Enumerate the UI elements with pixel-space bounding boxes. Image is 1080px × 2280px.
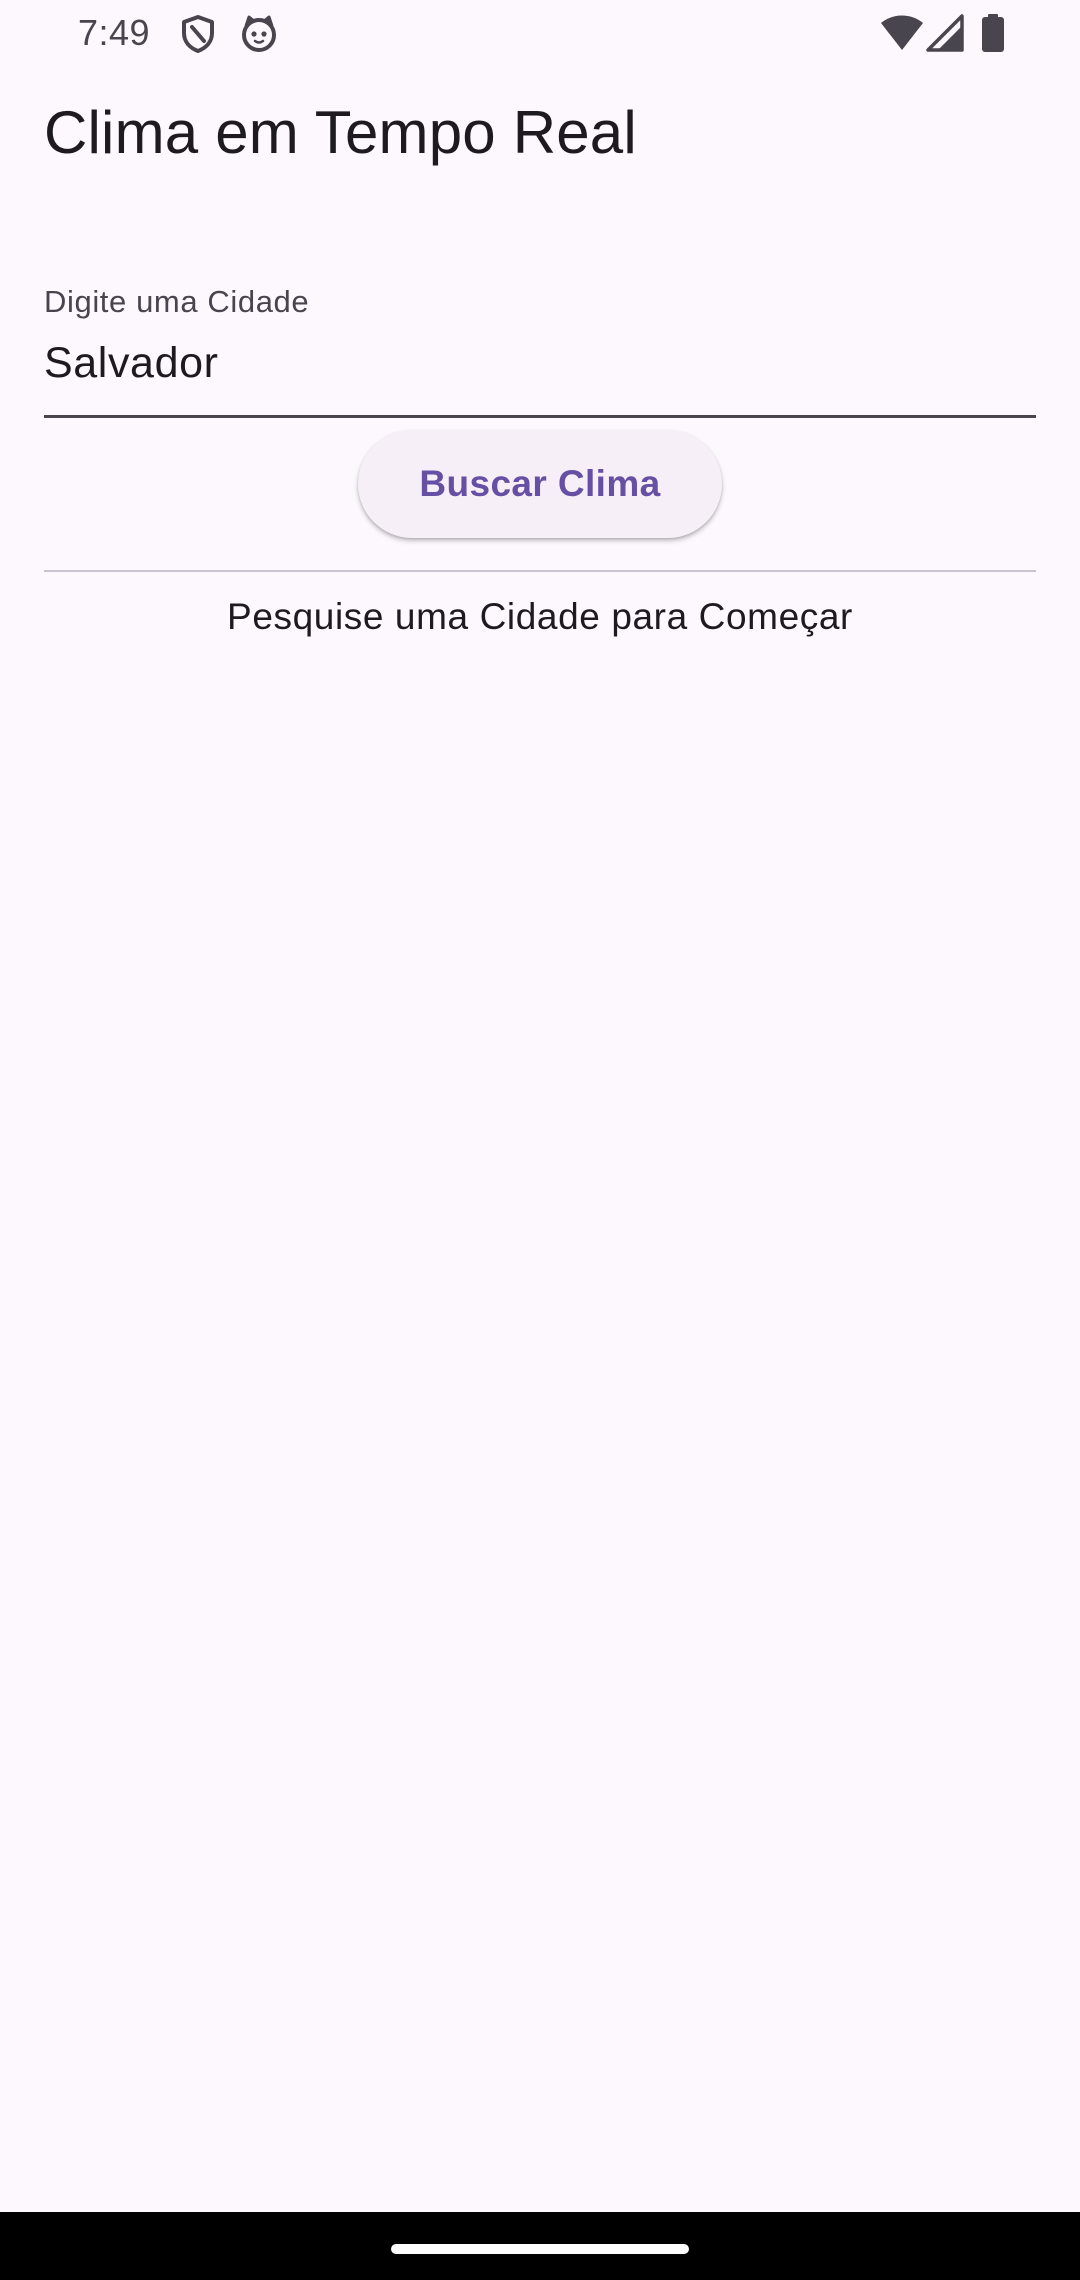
cat-icon [242,15,276,52]
city-field-label: Digite uma Cidade [44,284,310,319]
signal-icon [926,14,964,52]
page-title: Clima em Tempo Real [44,99,637,166]
city-text-field[interactable]: Digite uma Cidade [44,278,1036,418]
status-time: 7:49 [78,12,151,53]
app-screen: 7:49 Clima em Tempo Real Digite uma Cida… [0,0,1080,2280]
status-bar: 7:49 [0,0,1080,70]
shield-icon [182,15,214,53]
navigation-bar [0,2212,1080,2280]
search-weather-button-label: Buscar Clima [419,463,661,504]
search-weather-button[interactable]: Buscar Clima [358,430,722,538]
home-gesture-handle[interactable] [391,2244,689,2254]
city-input[interactable] [44,330,1036,396]
divider [44,570,1036,572]
battery-icon [982,14,1004,52]
empty-state-message: Pesquise uma Cidade para Começar [227,596,853,637]
wifi-icon [881,15,923,50]
